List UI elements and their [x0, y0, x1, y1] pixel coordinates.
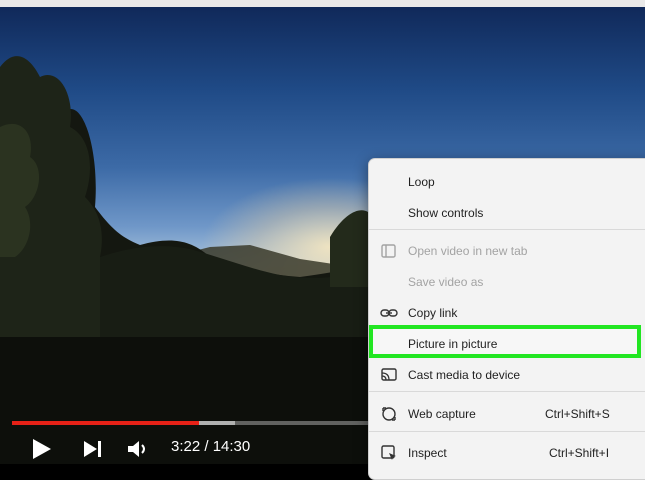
inspect-icon — [381, 445, 396, 460]
menu-item-inspect[interactable]: Inspect Ctrl+Shift+I — [369, 440, 645, 466]
menu-separator — [369, 229, 645, 230]
web-capture-icon — [382, 407, 396, 421]
menu-item-copy-link[interactable]: Copy link — [369, 300, 645, 326]
new-tab-icon — [381, 244, 396, 258]
menu-item-shortcut: Ctrl+Shift+S — [545, 407, 610, 421]
menu-item-label: Web capture — [408, 407, 476, 421]
menu-item-label: Show controls — [408, 206, 484, 220]
menu-item-shortcut: Ctrl+Shift+I — [549, 446, 610, 460]
menu-item-label: Inspect — [408, 446, 447, 460]
menu-item-open-video-new-tab: Open video in new tab — [369, 238, 645, 264]
menu-item-label: Save video as — [408, 275, 484, 289]
menu-separator — [369, 431, 645, 432]
time-display: 3:22 / 14:30 — [171, 438, 251, 455]
next-button[interactable] — [82, 437, 104, 461]
menu-separator — [369, 391, 645, 392]
menu-item-label: Copy link — [408, 306, 458, 320]
volume-button[interactable] — [126, 437, 148, 461]
progress-bar[interactable] — [12, 421, 372, 425]
menu-item-cast-media[interactable]: Cast media to device — [369, 362, 645, 388]
link-icon — [380, 309, 398, 317]
play-icon — [33, 439, 51, 459]
menu-item-picture-in-picture[interactable]: Picture in picture — [369, 331, 645, 357]
menu-item-label: Cast media to device — [408, 368, 521, 382]
progress-played — [12, 421, 200, 425]
menu-item-loop[interactable]: Loop — [369, 169, 645, 195]
cast-icon — [381, 368, 397, 381]
menu-item-label: Picture in picture — [408, 337, 498, 351]
menu-item-save-video: Save video as — [369, 269, 645, 295]
volume-icon — [128, 441, 145, 457]
context-menu: Loop Show controls Open video in new tab… — [368, 158, 645, 480]
menu-item-show-controls[interactable]: Show controls — [369, 200, 645, 226]
menu-item-label: Open video in new tab — [408, 244, 528, 258]
menu-item-web-capture[interactable]: Web capture Ctrl+Shift+S — [369, 401, 645, 427]
next-icon — [84, 441, 101, 457]
play-button[interactable] — [28, 436, 54, 462]
menu-item-label: Loop — [408, 175, 435, 189]
